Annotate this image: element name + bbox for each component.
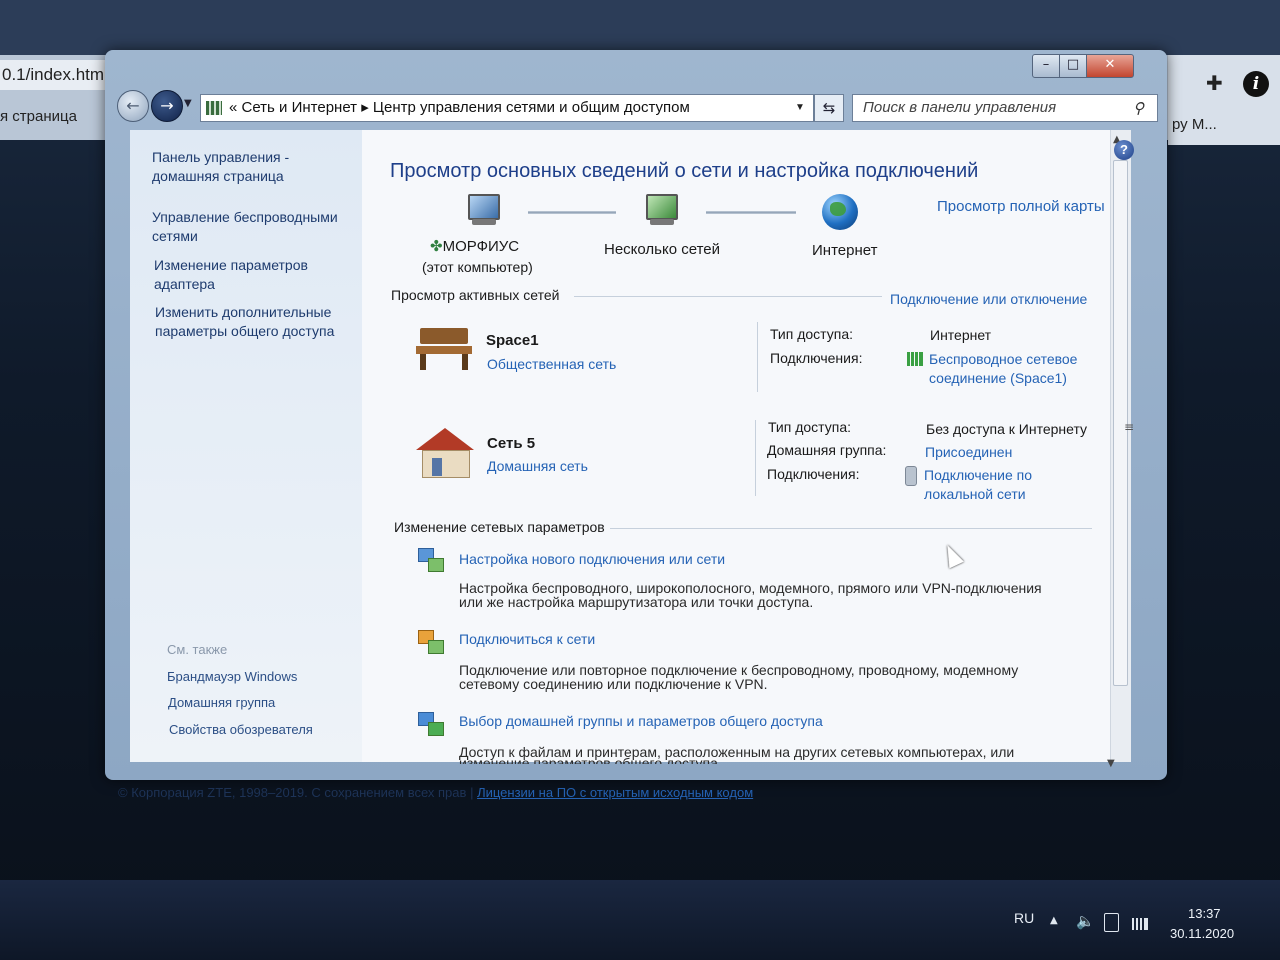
- internet-label: Интернет: [812, 242, 878, 259]
- see-also-heading: См. также: [167, 642, 228, 657]
- search-placeholder: Поиск в панели управления: [863, 99, 1057, 116]
- network-name: Space1: [486, 332, 539, 349]
- connections-label: Подключения:: [767, 466, 860, 482]
- connect-disconnect-link[interactable]: Подключение или отключение: [890, 291, 1087, 307]
- lan-connection-link-line2[interactable]: локальной сети: [924, 486, 1026, 502]
- extensions-icon[interactable]: ✚: [1206, 72, 1228, 94]
- section-divider: [574, 296, 882, 297]
- firewall-link[interactable]: Брандмауэр Windows: [167, 669, 297, 684]
- homegroup-icon: ✤: [430, 238, 443, 255]
- page-footer: © Корпорация ZTE, 1998–2019. С сохранени…: [118, 785, 753, 800]
- footer-separator: |: [470, 785, 474, 800]
- search-input[interactable]: Поиск в панели управления ⚲: [852, 94, 1158, 122]
- back-button[interactable]: ←: [117, 90, 149, 122]
- forward-button[interactable]: →: [151, 90, 183, 122]
- new-connection-icon: [416, 544, 446, 574]
- network-divider: [755, 420, 756, 496]
- homegroup-joined-link[interactable]: Присоединен: [925, 444, 1012, 460]
- view-full-map-link[interactable]: Просмотр полной карты: [937, 198, 1105, 215]
- choose-homegroup-link[interactable]: Выбор домашней группы и параметров общег…: [459, 713, 823, 729]
- change-settings-heading: Изменение сетевых параметров: [394, 519, 605, 535]
- address-dropdown-icon[interactable]: ▼: [795, 95, 805, 121]
- map-link-line: [528, 211, 616, 214]
- advanced-sharing-link[interactable]: Изменить дополнительные параметры общего…: [155, 303, 355, 341]
- computer-name: ✤МОРФИУС: [430, 237, 519, 255]
- breadcrumb[interactable]: « Сеть и Интернет ▸ Центр управления сет…: [229, 95, 690, 121]
- section-divider: [610, 528, 1092, 529]
- network-name: Сеть 5: [487, 435, 536, 452]
- info-icon[interactable]: i: [1243, 71, 1269, 97]
- clock-time[interactable]: 13:37: [1188, 906, 1221, 921]
- computer-icon: [462, 194, 502, 230]
- scroll-down-icon[interactable]: ▼: [1107, 758, 1115, 769]
- multiple-networks-label: Несколько сетей: [604, 241, 720, 258]
- access-type-value: Интернет: [930, 327, 992, 343]
- browser-address-fragment[interactable]: 0.1/index.htm: [0, 60, 112, 90]
- globe-icon: [822, 194, 858, 230]
- lan-connection-link[interactable]: Подключение по: [924, 467, 1032, 483]
- computer-name-text: МОРФИУС: [442, 238, 520, 255]
- close-button[interactable]: ✕: [1086, 54, 1134, 78]
- tray-expand-icon[interactable]: ▲: [1050, 915, 1058, 926]
- computer-subtitle: (этот компьютер): [422, 259, 533, 275]
- volume-icon[interactable]: 🔈: [1076, 912, 1095, 930]
- network-type-link[interactable]: Домашняя сеть: [487, 458, 588, 474]
- task-description-line2: сетевому соединению или подключение к VP…: [459, 676, 768, 692]
- public-network-bench-icon: [416, 324, 472, 372]
- minimize-button[interactable]: –: [1032, 54, 1060, 78]
- footer-copyright: © Корпорация ZTE, 1998–2019. С сохранени…: [118, 785, 467, 800]
- task-description-line2: или же настройка маршрутизатора или точк…: [459, 594, 814, 610]
- clock-date[interactable]: 30.11.2020: [1170, 926, 1234, 941]
- manage-wireless-link[interactable]: Управление беспроводными сетями: [152, 208, 357, 246]
- multiple-networks-icon: [640, 194, 680, 230]
- address-bar[interactable]: « Сеть и Интернет ▸ Центр управления сет…: [200, 94, 814, 122]
- wireless-connection-link-line2[interactable]: соединение (Space1): [929, 370, 1067, 386]
- access-type-label: Тип доступа:: [768, 419, 852, 435]
- language-indicator[interactable]: RU: [1014, 910, 1034, 926]
- homegroup-label: Домашняя группа:: [767, 442, 887, 458]
- page-title: Просмотр основных сведений о сети и наст…: [390, 160, 979, 182]
- control-panel-home-link[interactable]: Панель управления - домашняя страница: [152, 148, 322, 186]
- scrollbar-grip-icon: ≡: [1124, 420, 1135, 434]
- connections-label: Подключения:: [770, 350, 863, 366]
- adapter-settings-link[interactable]: Изменение параметров адаптера: [154, 256, 334, 294]
- battery-icon[interactable]: [1104, 913, 1119, 932]
- homegroup-sharing-icon: [416, 708, 446, 738]
- wireless-signal-icon: [907, 352, 923, 366]
- setup-new-connection-link[interactable]: Настройка нового подключения или сети: [459, 551, 725, 567]
- home-network-house-icon: [416, 428, 474, 478]
- network-type-link[interactable]: Общественная сеть: [487, 356, 616, 372]
- network-divider: [757, 322, 758, 392]
- connect-to-network-icon: [416, 626, 446, 656]
- access-type-value: Без доступа к Интернету: [926, 421, 1088, 437]
- refresh-button[interactable]: ⇆: [814, 94, 844, 122]
- network-tray-icon[interactable]: [1132, 918, 1148, 930]
- homegroup-link[interactable]: Домашняя группа: [168, 695, 275, 710]
- browser-tab-bar: [0, 0, 1280, 55]
- search-icon[interactable]: ⚲: [1133, 96, 1144, 122]
- maximize-button[interactable]: □: [1059, 54, 1087, 78]
- internet-options-link[interactable]: Свойства обозревателя: [169, 722, 313, 737]
- active-networks-heading: Просмотр активных сетей: [391, 287, 560, 303]
- access-type-label: Тип доступа:: [770, 326, 854, 342]
- browser-bookmark-fragment[interactable]: я страница: [0, 103, 110, 131]
- help-button[interactable]: ?: [1114, 140, 1134, 160]
- footer-license-link[interactable]: Лицензии на ПО с открытым исходным кодом: [477, 785, 753, 800]
- browser-bookmark-right-fragment[interactable]: ру М...: [1172, 116, 1217, 133]
- map-link-line: [706, 211, 796, 214]
- wireless-connection-link[interactable]: Беспроводное сетевое: [929, 351, 1077, 367]
- history-dropdown-icon[interactable]: ▼: [184, 98, 192, 109]
- control-panel-icon: [206, 101, 222, 115]
- task-description-line2: изменение параметров общего доступа.: [459, 755, 722, 764]
- window-controls: – □ ✕: [1032, 54, 1162, 78]
- connect-to-network-link[interactable]: Подключиться к сети: [459, 631, 595, 647]
- left-nav-pane: Панель управления - домашняя страница Уп…: [130, 130, 362, 762]
- wired-adapter-icon: [905, 466, 917, 486]
